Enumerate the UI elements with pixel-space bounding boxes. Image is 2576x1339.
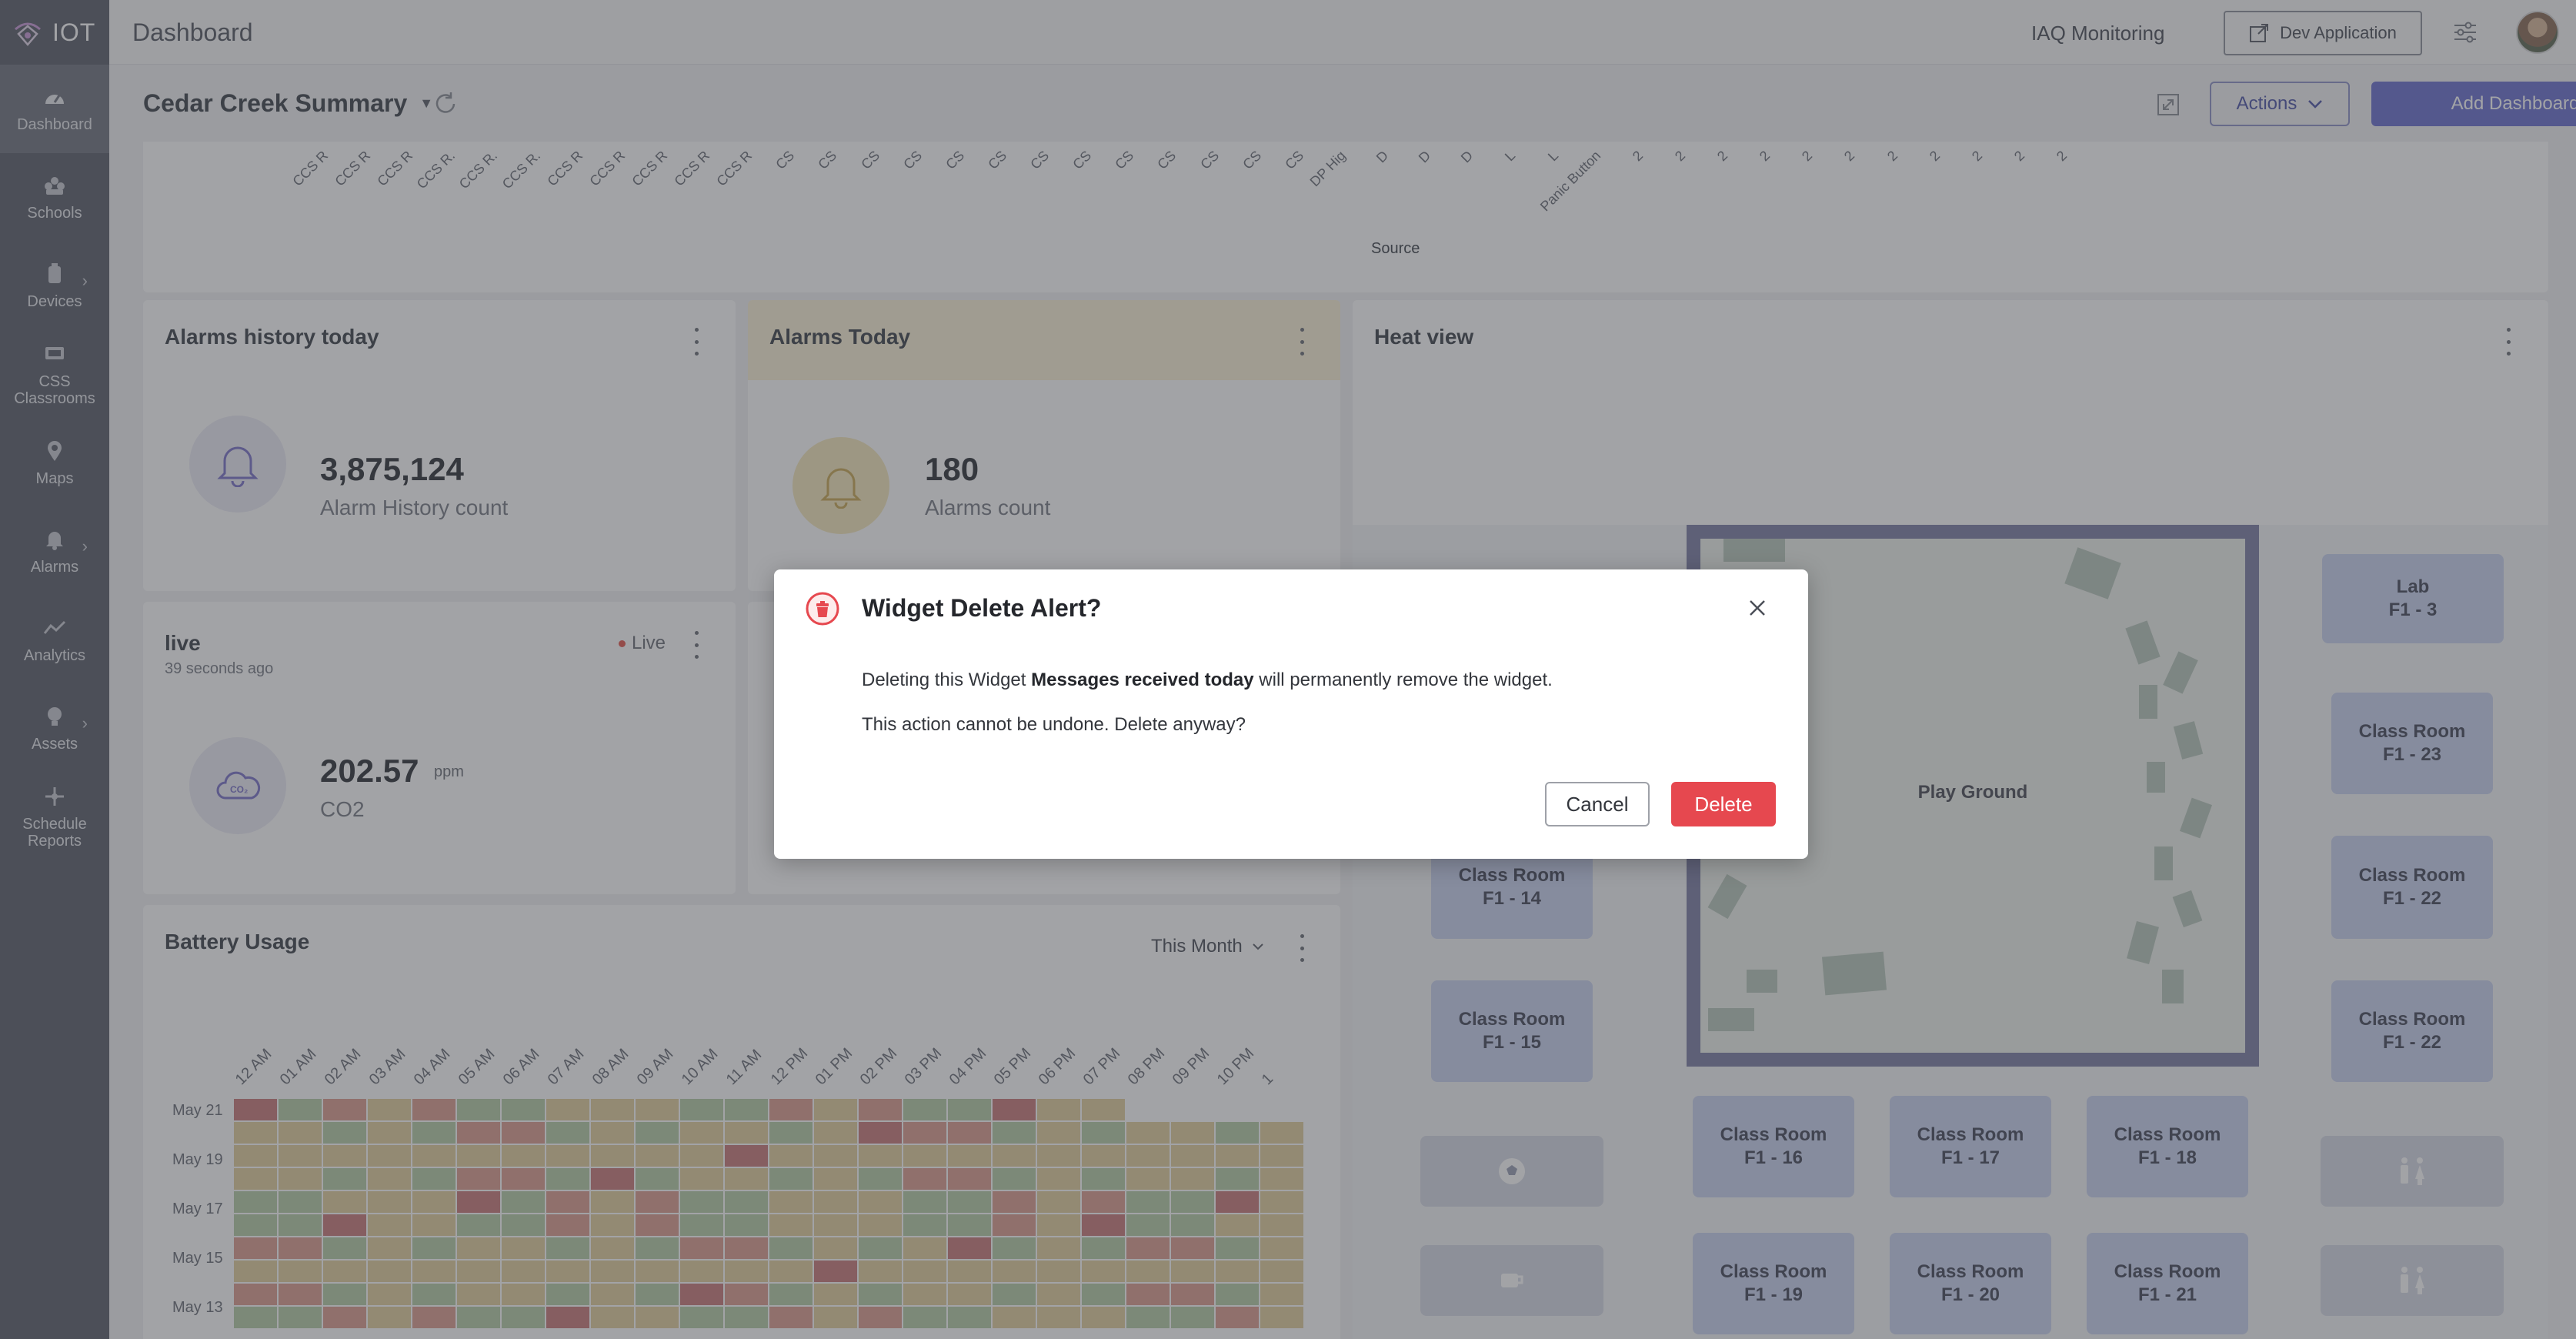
delete-button[interactable]: Delete bbox=[1671, 782, 1776, 826]
message-prefix: Deleting this Widget bbox=[862, 670, 1032, 690]
dialog-title: Widget Delete Alert? bbox=[862, 594, 1102, 622]
trash-icon bbox=[806, 592, 839, 626]
dialog-warning: This action cannot be undone. Delete any… bbox=[862, 714, 1246, 735]
cancel-button[interactable]: Cancel bbox=[1545, 782, 1650, 826]
widget-delete-dialog: Widget Delete Alert? Deleting this Widge… bbox=[774, 569, 1808, 859]
message-suffix: will permanently remove the widget. bbox=[1253, 670, 1553, 690]
dialog-message: Deleting this Widget Messages received t… bbox=[862, 670, 1553, 691]
widget-name: Messages received today bbox=[1031, 670, 1254, 690]
close-icon[interactable] bbox=[1745, 596, 1770, 620]
